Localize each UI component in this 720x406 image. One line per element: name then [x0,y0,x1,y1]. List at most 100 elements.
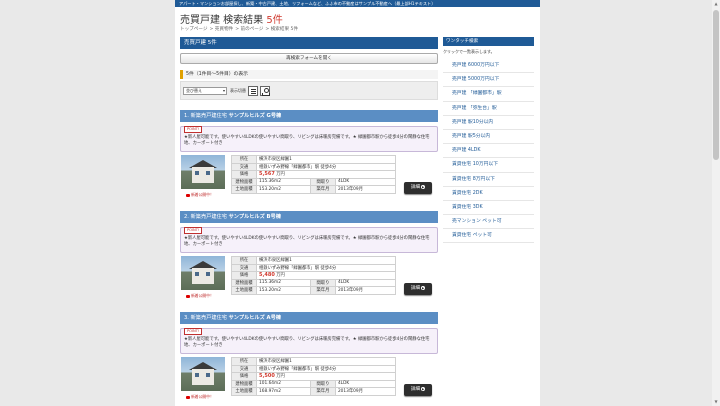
label-built: 築年月 [309,185,336,194]
value-address: 横浜市泉区緑園1 [256,256,396,265]
window-icon [195,373,199,377]
spec-table: 所在 横浜市泉区緑園1 交通 相鉄いずみ野線「緑園都市」駅 徒歩4分 価格 5,480… [231,256,397,295]
quick-search-link[interactable]: 売戸建 駅5分以内 [443,130,534,145]
value-land-area: 153.20m2 [256,286,311,295]
property-photo[interactable] [181,256,225,290]
label-land-area: 土地面積 [231,286,257,295]
detail-button[interactable]: 詳細 ▶ [404,182,432,194]
catch-copy-box: POINT! ★新人屋可能です。使いやすい4LDKの使いやすい間取り、リビングは… [180,328,438,354]
map-view-icon[interactable] [260,85,270,96]
quick-search-link[interactable]: 売戸建 「緑園都市」駅 [443,87,534,102]
price-amount: 5,567 [259,171,275,178]
listing-1: 1. 新築売戸建住宅 サンプルヒルズ G号棟 POINT! ★新人屋可能です。使… [180,110,438,200]
value-building-area: 101.64m2 [256,379,311,388]
display-toggle-label: 表示切替 [230,87,246,93]
listing-type: 新築売戸建住宅 [190,315,227,321]
catch-copy: ★新人屋可能です。使いやすい4LDKの使いやすい間取り、リビングは床暖房完備です… [184,135,430,146]
house-icon [192,369,214,385]
house-icon [192,268,214,284]
label-price: 価格 [231,372,257,381]
catch-copy-box: POINT! ★新人屋可能です。使いやすい4LDKの使いやすい間取り、リビングは… [180,126,438,152]
scrollbar[interactable]: ▲ ▼ [712,0,720,406]
value-layout: 4LDK [334,278,397,287]
quick-search-link[interactable]: 賃貸住宅 2DK [443,187,534,201]
quick-search-link[interactable]: 売戸建 「弥生台」駅 [443,102,534,116]
detail-button-label: 詳細 [410,286,421,291]
scrollbar-thumb[interactable] [713,10,719,160]
arrow-right-icon: ▶ [421,184,426,189]
label-price: 価格 [231,271,257,280]
video-icon [186,294,190,298]
result-count: 5件 [266,15,283,26]
scroll-down-icon[interactable]: ▼ [712,398,720,406]
detail-button-label: 詳細 [410,387,421,392]
breadcrumb-sale[interactable]: 売買物件 [215,27,233,32]
breadcrumb-home[interactable]: トップページ [180,27,207,32]
list-view-icon[interactable] [248,85,258,96]
page: アパート・マンションお部屋探し、新築・中古戸建、土地、リフォームなど、ふふ市の不… [175,0,540,406]
value-price: 5,500 万円 [256,372,396,381]
value-transport: 相鉄いずみ野線「緑園都市」駅 徒歩4分 [256,263,396,272]
point-label: POINT! [184,126,203,133]
reopen-search-button[interactable]: 再検索フォームを開く [180,53,438,64]
listing-3: 3. 新築売戸建住宅 サンプルヒルズ A号棟 POINT! ★新人屋可能です。使… [180,312,438,402]
spec-table: 所在 横浜市泉区緑園1 交通 相鉄いずみ野線「緑園都市」駅 徒歩4分 価格 5,567… [231,155,397,194]
quick-search-link[interactable]: 売戸建 4LDK [443,144,534,159]
breadcrumb-current: 検索結果 5件 [270,27,299,32]
value-built: 2013年09月 [334,286,397,295]
listing-heading[interactable]: 3. 新築売戸建住宅 サンプルヒルズ A号棟 [180,312,438,324]
listing-2: 2. 新築売戸建住宅 サンプルヒルズ B号棟 POINT! ★新人屋可能です。使… [180,211,438,301]
value-built: 2013年09月 [334,387,397,396]
quick-search-link[interactable]: 売戸建 駅10分以内 [443,116,534,130]
main-content: 売買戸建 5件 再検索フォームを開く 5件（1件目〜5件目）の表示 並び替え ▾… [180,37,438,406]
quick-search-link[interactable]: 賃貸住宅 8万円以下 [443,173,534,187]
value-transport: 相鉄いずみ野線「緑園都市」駅 徒歩4分 [256,364,396,373]
listing-number: 1. [184,113,189,119]
price-unit: 万円 [276,374,285,380]
value-land-area: 153.20m2 [256,185,311,194]
property-photo[interactable] [181,155,225,189]
label-building-area: 建物面積 [231,177,257,186]
label-built: 築年月 [309,286,336,295]
quick-search-link[interactable]: 賃貸住宅 3DK [443,201,534,216]
window-icon [195,272,199,276]
scroll-up-icon[interactable]: ▲ [712,0,720,8]
new-badge: 新着公開中！ [186,293,214,299]
label-price: 価格 [231,170,257,179]
price-amount: 5,480 [259,272,275,279]
window-icon [195,171,199,175]
value-building-area: 115.36m2 [256,278,311,287]
sidebar-note: クリックで一覧表示します。 [443,49,495,54]
value-address: 横浜市泉区緑園1 [256,155,396,164]
quick-search-link[interactable]: 売マンション ペット可 [443,215,534,230]
value-layout: 4LDK [334,379,397,388]
quick-search-link[interactable]: 賃貸住宅 ペット可 [443,229,534,244]
detail-button[interactable]: 詳細 ▶ [404,283,432,295]
label-land-area: 土地面積 [231,387,257,396]
breadcrumb: トップページ > 売買物件 > 前のページ > 検索結果 5件 [180,27,299,32]
sort-select-value: 並び替え [186,87,202,93]
section-title: 売買戸建 5件 [180,37,438,49]
value-price: 5,567 万円 [256,170,396,179]
value-address: 横浜市泉区緑園1 [256,357,396,366]
quick-search-link[interactable]: 賃貸住宅 10万円以下 [443,158,534,173]
window-icon [206,373,210,377]
quick-search-link[interactable]: 売戸建 6000万円以下 [443,59,534,74]
quick-search-link[interactable]: 売戸建 5000万円以下 [443,73,534,88]
listing-heading[interactable]: 1. 新築売戸建住宅 サンプルヒルズ G号棟 [180,110,438,122]
listing-number: 2. [184,214,189,220]
window-icon [206,171,210,175]
listing-heading[interactable]: 2. 新築売戸建住宅 サンプルヒルズ B号棟 [180,211,438,223]
listing-name: サンプルヒルズ B号棟 [228,214,281,220]
arrow-right-icon: ▶ [421,386,426,391]
sort-select[interactable]: 並び替え ▾ [183,86,227,95]
listing-type: 新築売戸建住宅 [190,214,227,220]
value-built: 2013年09月 [334,185,397,194]
new-badge-label: 新着公開中！ [191,293,214,298]
property-photo[interactable] [181,357,225,391]
detail-button-label: 詳細 [410,185,421,190]
breadcrumb-prev[interactable]: 前のページ [241,27,264,32]
listing-type: 新築売戸建住宅 [190,113,227,119]
count-summary: 5件（1件目〜5件目）の表示 [180,70,438,79]
detail-button[interactable]: 詳細 ▶ [404,384,432,396]
